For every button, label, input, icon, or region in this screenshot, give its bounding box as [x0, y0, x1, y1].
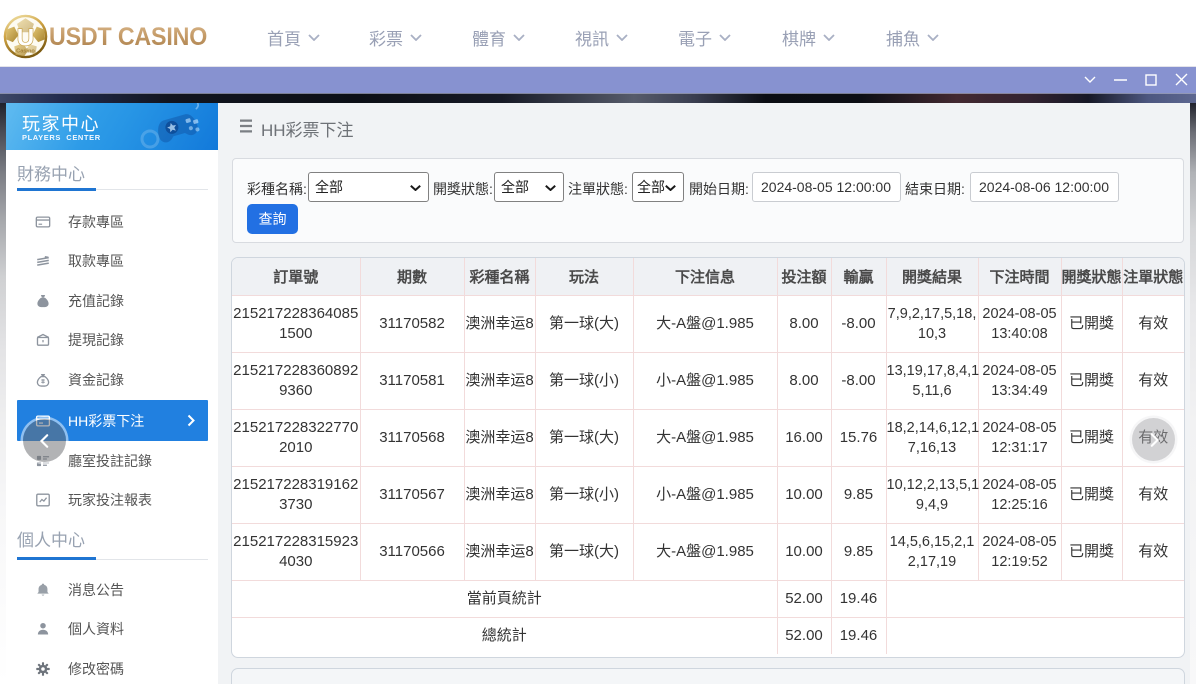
svg-text:U: U: [17, 25, 34, 52]
svg-text:Casino: Casino: [16, 49, 35, 55]
